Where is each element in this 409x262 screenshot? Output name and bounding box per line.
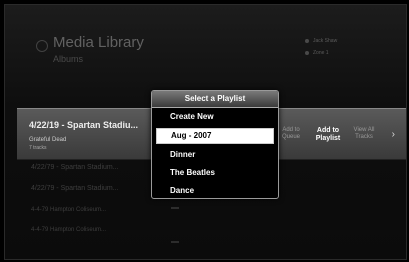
view-all-tracks-button[interactable]: View All Tracks [349,127,379,141]
album-artist: Grateful Dead [29,137,67,143]
page-subtitle: Albums [53,54,84,64]
list-item[interactable]: 4/22/79 - Spartan Stadium... [31,185,119,192]
select-playlist-dialog: Select a Playlist Create New Aug - 2007 … [151,90,279,199]
playlist-option-dinner[interactable]: Dinner [156,146,274,164]
playlist-option-create-new[interactable]: Create New [156,108,274,126]
playlist-option-dance[interactable]: Dance [156,182,274,200]
list-item[interactable]: 4-4-79 Hampton Coliseum... [31,227,106,233]
user-name: Jack Shaw [305,38,337,44]
list-item[interactable]: 4-4-79 Hampton Coliseum... [31,207,106,213]
user-icon [305,38,309,43]
zone-icon [305,50,309,55]
album-title: 4/22/19 - Spartan Stadiu... [29,120,139,130]
add-to-queue-button[interactable]: Add to Queue [275,127,307,141]
playlist-option-the-beatles[interactable]: The Beatles [156,164,274,182]
screen: Media Library Albums Jack Shaw Zone 1 4/… [4,4,407,260]
library-icon [36,40,48,52]
dialog-title: Select a Playlist [152,91,278,108]
album-tracks: 7 tracks [29,145,47,151]
page-title: Media Library [53,34,144,51]
chevron-right-icon[interactable]: › [392,129,395,140]
row-marker [171,207,179,209]
add-to-playlist-button[interactable]: Add to Playlist [310,127,346,143]
row-marker [171,241,179,243]
zone-name: Zone 1 [305,50,329,56]
playlist-option-selected[interactable]: Aug - 2007 [156,128,274,144]
list-item[interactable]: 4/22/79 - Spartan Stadium... [31,164,119,171]
